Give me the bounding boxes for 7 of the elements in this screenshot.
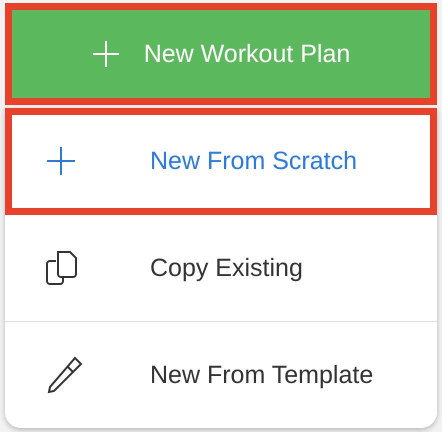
copy-icon [45, 249, 79, 287]
plus-icon [92, 40, 120, 68]
plus-icon [45, 145, 77, 177]
pencil-icon [45, 356, 83, 394]
menu-item[interactable]: New From Scratch [5, 108, 437, 215]
menu-item[interactable]: New From Template [5, 322, 437, 428]
menu-item[interactable]: Copy Existing [5, 215, 437, 322]
